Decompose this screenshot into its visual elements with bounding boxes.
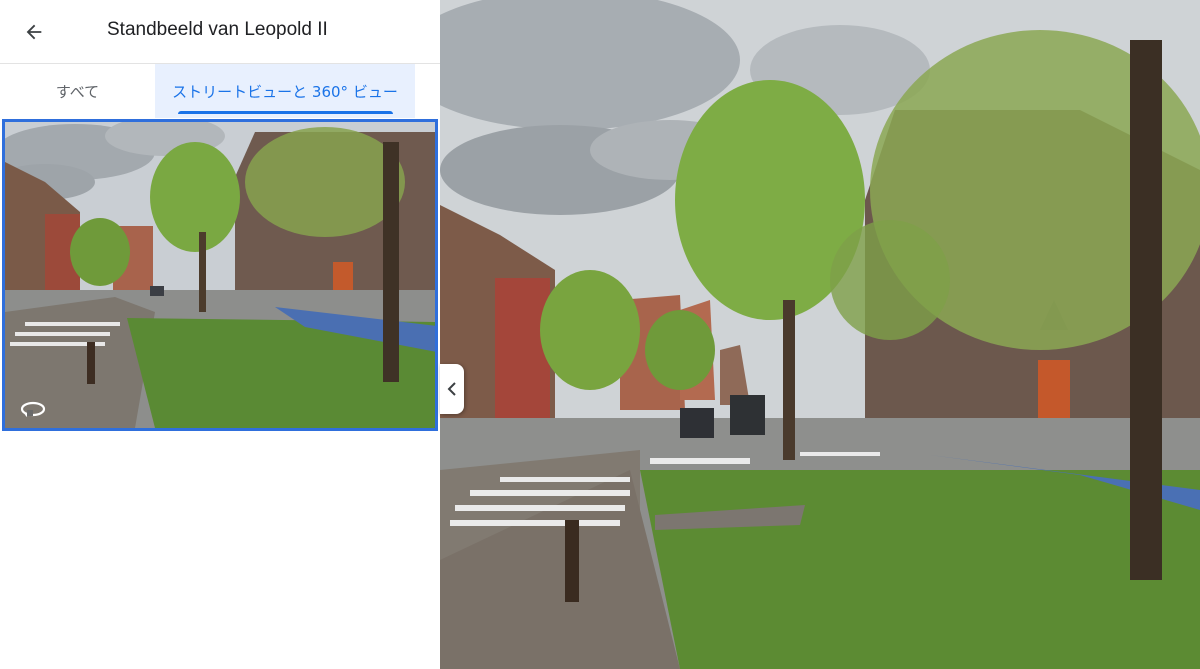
360-rotate-icon [20, 401, 46, 417]
arrow-left-icon [26, 24, 42, 40]
thumbnail-street-scene [5, 122, 435, 428]
side-panel: Standbeeld van Leopold II すべて ストリートビューと … [0, 0, 440, 669]
back-button[interactable] [14, 12, 54, 52]
panorama-street-scene [440, 0, 1200, 669]
street-view-thumbnail[interactable] [2, 119, 438, 431]
street-view-panorama[interactable] [440, 0, 1200, 669]
place-title: Standbeeld van Leopold II [107, 19, 328, 40]
collapse-panel-button[interactable] [440, 364, 464, 414]
selected-tab-indicator [178, 111, 393, 114]
panel-header: Standbeeld van Leopold II [0, 0, 440, 64]
chevron-left-icon [447, 382, 456, 396]
photo-tabs: すべて ストリートビューと 360° ビュー [0, 64, 440, 118]
tab-street-view-360[interactable]: ストリートビューと 360° ビュー [155, 64, 415, 118]
thumbnail-360-badge [19, 400, 47, 418]
tab-all[interactable]: すべて [0, 64, 155, 118]
